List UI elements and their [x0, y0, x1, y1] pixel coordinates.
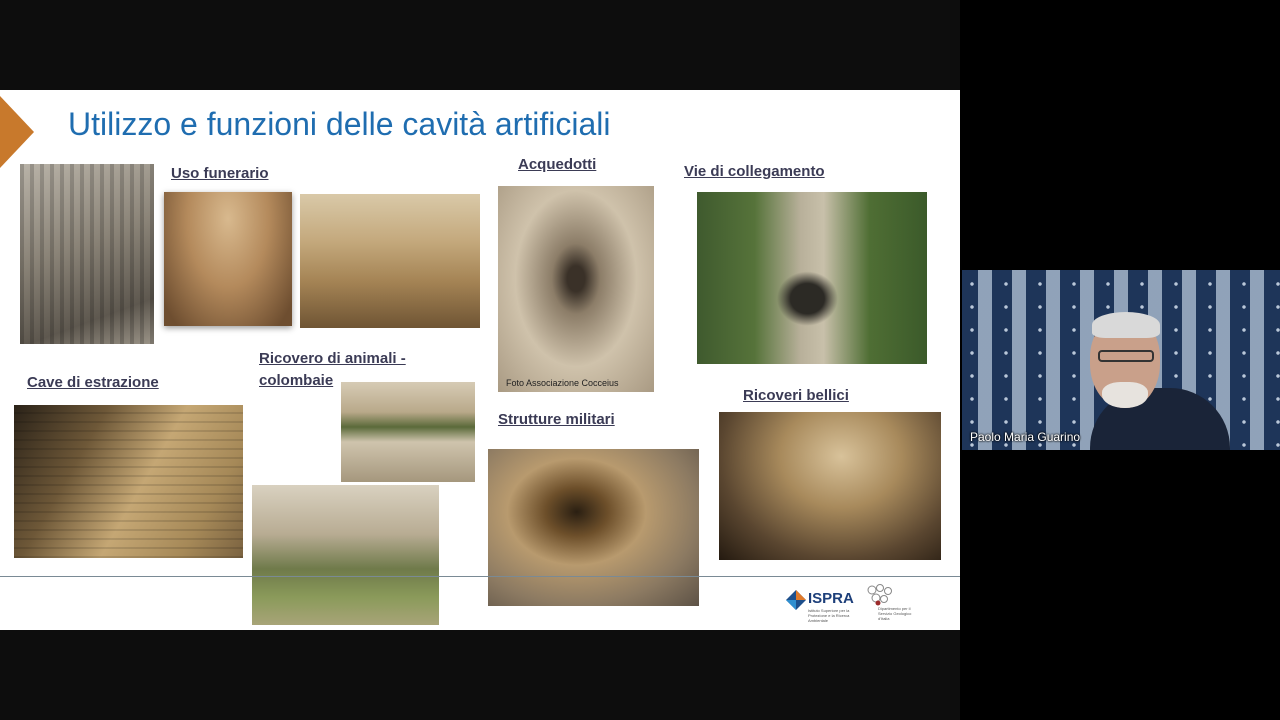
photo-funerary-tomb-left — [20, 164, 154, 344]
label-ricovero-animali-line2: colombaie — [259, 372, 334, 389]
photo-dovecote-cave — [341, 382, 475, 482]
shared-screen-area: Utilizzo e funzioni delle cavità artific… — [0, 0, 960, 720]
photo-aqueduct-tunnel: Foto Associazione Cocceius — [498, 186, 654, 392]
photo-connection-ways — [697, 192, 927, 364]
ispra-logo-icon — [786, 590, 806, 610]
participant-video-tile[interactable]: Paolo Maria Guarino — [962, 270, 1280, 450]
footer-divider — [0, 576, 960, 577]
orange-arrow-decoration — [0, 96, 34, 168]
label-strutture-militari: Strutture militari — [498, 411, 615, 428]
photo-war-shelter — [719, 412, 941, 560]
slide-title: Utilizzo e funzioni delle cavità artific… — [68, 106, 611, 142]
photo-funerary-catacomb — [300, 194, 480, 328]
label-vie-di-collegamento: Vie di collegamento — [684, 163, 825, 180]
label-acquedotti: Acquedotti — [518, 156, 597, 173]
label-ricoveri-bellici: Ricoveri bellici — [743, 387, 849, 404]
label-uso-funerario: Uso funerario — [171, 165, 269, 182]
presentation-slide: Utilizzo e funzioni delle cavità artific… — [0, 90, 960, 630]
participant-beard — [1102, 382, 1148, 408]
label-cave-di-estrazione: Cave di estrazione — [27, 374, 159, 391]
ispra-logo-subtitle: Istituto Superiore per la Protezione e l… — [808, 608, 850, 623]
photo-extraction-quarry — [14, 405, 243, 558]
participant-hair — [1092, 312, 1160, 338]
ispra-logo-text: ISPRA — [808, 590, 854, 607]
photo-military-tunnel — [488, 449, 699, 606]
geological-survey-logo-icon — [867, 584, 892, 606]
label-ricovero-animali-line1: Ricovero di animali - — [259, 350, 406, 367]
photo-funerary-chamber — [164, 192, 292, 326]
participant-glasses — [1098, 350, 1154, 362]
geological-survey-subtitle: Dipartimento per il Servizio Geologico d… — [878, 606, 912, 621]
photo-caption: Foto Associazione Cocceius — [506, 378, 619, 388]
ispra-logo: ISPRA Istituto Superiore per la Protezio… — [786, 588, 866, 623]
geological-survey-logo: Dipartimento per il Servizio Geologico d… — [866, 584, 922, 621]
photo-animal-shelter — [252, 485, 439, 625]
participant-name-label: Paolo Maria Guarino — [970, 430, 1081, 444]
